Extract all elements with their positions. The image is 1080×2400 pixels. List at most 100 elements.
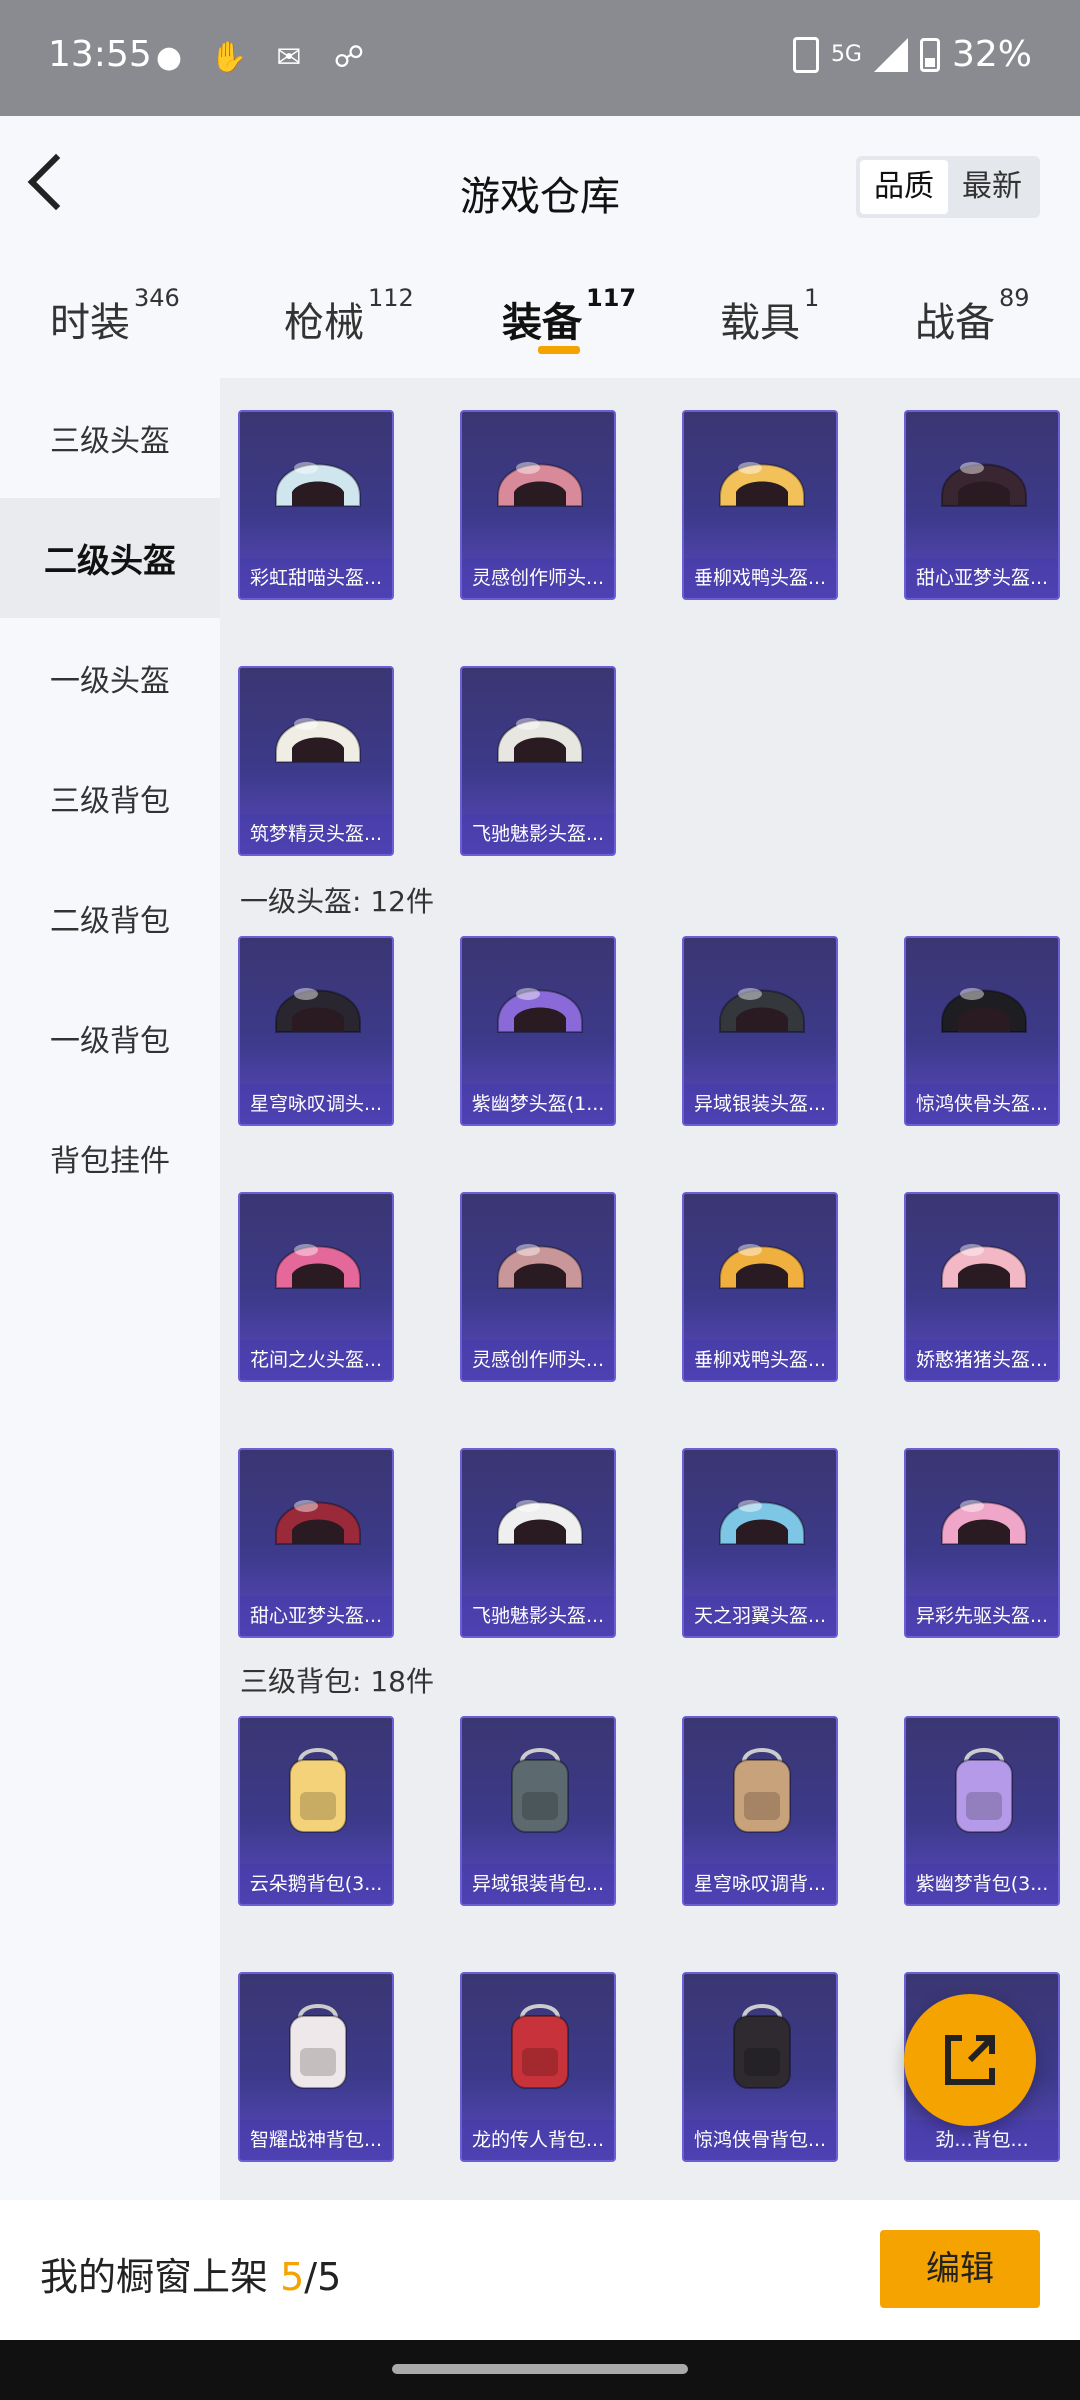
share-icon bbox=[945, 2035, 995, 2085]
helmet-card[interactable]: 彩虹甜喵头盔... bbox=[238, 410, 394, 600]
sidebar-item-level2-backpack[interactable]: 二级背包 bbox=[0, 858, 220, 978]
showcase-status: 我的橱窗上架 5/5 bbox=[40, 2246, 341, 2301]
helmet-card[interactable]: 星穹咏叹调头... bbox=[238, 936, 394, 1126]
helmet-card[interactable]: 筑梦精灵头盔... bbox=[238, 666, 394, 856]
edit-button[interactable]: 编辑 bbox=[880, 2230, 1040, 2308]
helmet-card[interactable]: 紫幽梦头盔(1... bbox=[460, 936, 616, 1126]
hand-icon: ✋ bbox=[210, 39, 248, 75]
header: 游戏仓库 品质 最新 bbox=[0, 116, 1080, 262]
helmet-card[interactable]: 垂柳戏鸭头盔... bbox=[682, 1192, 838, 1382]
sort-latest-button[interactable]: 最新 bbox=[948, 160, 1036, 214]
backpack-icon bbox=[511, 1748, 569, 1833]
item-name: 甜心亚梦头盔... bbox=[240, 1596, 392, 1636]
item-name: 灵感创作师头... bbox=[462, 558, 614, 598]
tab-label: 枪械 bbox=[284, 300, 364, 346]
tab-count: 1 bbox=[804, 284, 820, 312]
item-name: 惊鸿侠骨背包... bbox=[684, 2120, 836, 2160]
helmet-card[interactable]: 异域银装头盔... bbox=[682, 936, 838, 1126]
category-tabs: 时装346 枪械112 装备117 载具1 战备89 bbox=[0, 262, 1080, 378]
home-gesture-handle[interactable] bbox=[392, 2364, 688, 2374]
tab-count: 346 bbox=[134, 284, 180, 312]
backpack-icon bbox=[289, 1748, 347, 1833]
showcase-label: 我的橱窗上架 bbox=[40, 2255, 281, 2299]
network-type: 5G bbox=[830, 41, 862, 67]
item-name: 垂柳戏鸭头盔... bbox=[684, 558, 836, 598]
item-name: 垂柳戏鸭头盔... bbox=[684, 1340, 836, 1380]
helmet-icon bbox=[941, 1244, 1027, 1289]
nfc-icon bbox=[792, 36, 819, 73]
helmet-icon bbox=[497, 988, 583, 1033]
tab-weapons[interactable]: 枪械112 bbox=[284, 284, 414, 348]
helmet-icon bbox=[497, 718, 583, 763]
tab-supplies[interactable]: 战备89 bbox=[915, 284, 1030, 348]
sidebar-item-level2-helmet[interactable]: 二级头盔 bbox=[0, 498, 220, 618]
helmet-icon bbox=[275, 1244, 361, 1289]
tab-count: 89 bbox=[999, 284, 1030, 312]
signal-icon bbox=[873, 37, 908, 72]
sidebar-item-level1-helmet[interactable]: 一级头盔 bbox=[0, 618, 220, 738]
sidebar-item-level1-backpack[interactable]: 一级背包 bbox=[0, 978, 220, 1098]
sidebar-item-backpack-charm[interactable]: 背包挂件 bbox=[0, 1098, 220, 1218]
helmet-card[interactable]: 飞驰魅影头盔... bbox=[460, 1448, 616, 1638]
backpack-card[interactable]: 云朵鹅背包(3... bbox=[238, 1716, 394, 1906]
helmet-icon bbox=[719, 988, 805, 1033]
item-name: 娇憨猪猪头盔... bbox=[906, 1340, 1058, 1380]
item-name: 星穹咏叹调头... bbox=[240, 1084, 392, 1124]
sidebar-item-level3-backpack[interactable]: 三级背包 bbox=[0, 738, 220, 858]
backpack-icon bbox=[511, 2004, 569, 2089]
tab-equipment[interactable]: 装备117 bbox=[502, 284, 636, 348]
backpack-card[interactable]: 异域银装背包... bbox=[460, 1716, 616, 1906]
section-title-level1-helmet: 一级头盔: 12件 bbox=[240, 885, 434, 918]
item-name: 飞驰魅影头盔... bbox=[462, 814, 614, 854]
item-name: 彩虹甜喵头盔... bbox=[240, 558, 392, 598]
tab-vehicles[interactable]: 载具1 bbox=[720, 284, 819, 348]
status-time: 13:55 bbox=[48, 34, 152, 75]
backpack-icon bbox=[289, 2004, 347, 2089]
tab-count: 112 bbox=[368, 284, 414, 312]
helmet-card[interactable]: 花间之火头盔... bbox=[238, 1192, 394, 1382]
backpack-icon bbox=[733, 2004, 791, 2089]
helmet-card[interactable]: 异彩先驱头盔... bbox=[904, 1448, 1060, 1638]
helmet-card[interactable]: 灵感创作师头... bbox=[460, 1192, 616, 1382]
item-name: 天之羽翼头盔... bbox=[684, 1596, 836, 1636]
helmet-card[interactable]: 垂柳戏鸭头盔... bbox=[682, 410, 838, 600]
item-name: 异彩先驱头盔... bbox=[906, 1596, 1058, 1636]
item-name: 惊鸿侠骨头盔... bbox=[906, 1084, 1058, 1124]
item-name: 星穹咏叹调背... bbox=[684, 1864, 836, 1904]
status-bar: 13:55 ● ✋ ✉ ☍ 5G 32% bbox=[0, 0, 1080, 116]
tab-label: 载具 bbox=[720, 300, 800, 346]
bottom-bar: 我的橱窗上架 5/5 编辑 bbox=[0, 2200, 1080, 2340]
helmet-card[interactable]: 甜心亚梦头盔... bbox=[904, 410, 1060, 600]
helmet-icon bbox=[941, 1500, 1027, 1545]
item-name: 紫幽梦头盔(1... bbox=[462, 1084, 614, 1124]
helmet-card[interactable]: 灵感创作师头... bbox=[460, 410, 616, 600]
sort-quality-button[interactable]: 品质 bbox=[860, 160, 948, 214]
phone-sync-icon: ☍ bbox=[333, 39, 365, 75]
backpack-card[interactable]: 智耀战神背包... bbox=[238, 1972, 394, 2162]
helmet-card[interactable]: 飞驰魅影头盔... bbox=[460, 666, 616, 856]
helmet-icon bbox=[275, 1500, 361, 1545]
backpack-card[interactable]: 紫幽梦背包(3... bbox=[904, 1716, 1060, 1906]
sidebar-item-level3-helmet[interactable]: 三级头盔 bbox=[0, 378, 220, 498]
helmet-icon bbox=[497, 1500, 583, 1545]
backpack-card[interactable]: 星穹咏叹调背... bbox=[682, 1716, 838, 1906]
helmet-card[interactable]: 甜心亚梦头盔... bbox=[238, 1448, 394, 1638]
helmet-icon bbox=[275, 462, 361, 507]
system-nav-bar bbox=[0, 2340, 1080, 2400]
tab-fashion[interactable]: 时装346 bbox=[50, 284, 180, 348]
tab-label: 战备 bbox=[915, 300, 995, 346]
tab-count: 117 bbox=[586, 284, 637, 312]
wechat-icon: ● bbox=[155, 39, 183, 75]
helmet-icon bbox=[941, 988, 1027, 1033]
share-button[interactable] bbox=[904, 1994, 1036, 2126]
helmet-card[interactable]: 娇憨猪猪头盔... bbox=[904, 1192, 1060, 1382]
helmet-icon bbox=[719, 462, 805, 507]
item-name: 花间之火头盔... bbox=[240, 1340, 392, 1380]
sort-toggle: 品质 最新 bbox=[856, 156, 1040, 218]
mail-icon: ✉ bbox=[276, 39, 302, 75]
sidebar: 三级头盔 二级头盔 一级头盔 三级背包 二级背包 一级背包 背包挂件 bbox=[0, 378, 220, 2200]
backpack-card[interactable]: 惊鸿侠骨背包... bbox=[682, 1972, 838, 2162]
helmet-card[interactable]: 天之羽翼头盔... bbox=[682, 1448, 838, 1638]
helmet-card[interactable]: 惊鸿侠骨头盔... bbox=[904, 936, 1060, 1126]
backpack-card[interactable]: 龙的传人背包... bbox=[460, 1972, 616, 2162]
